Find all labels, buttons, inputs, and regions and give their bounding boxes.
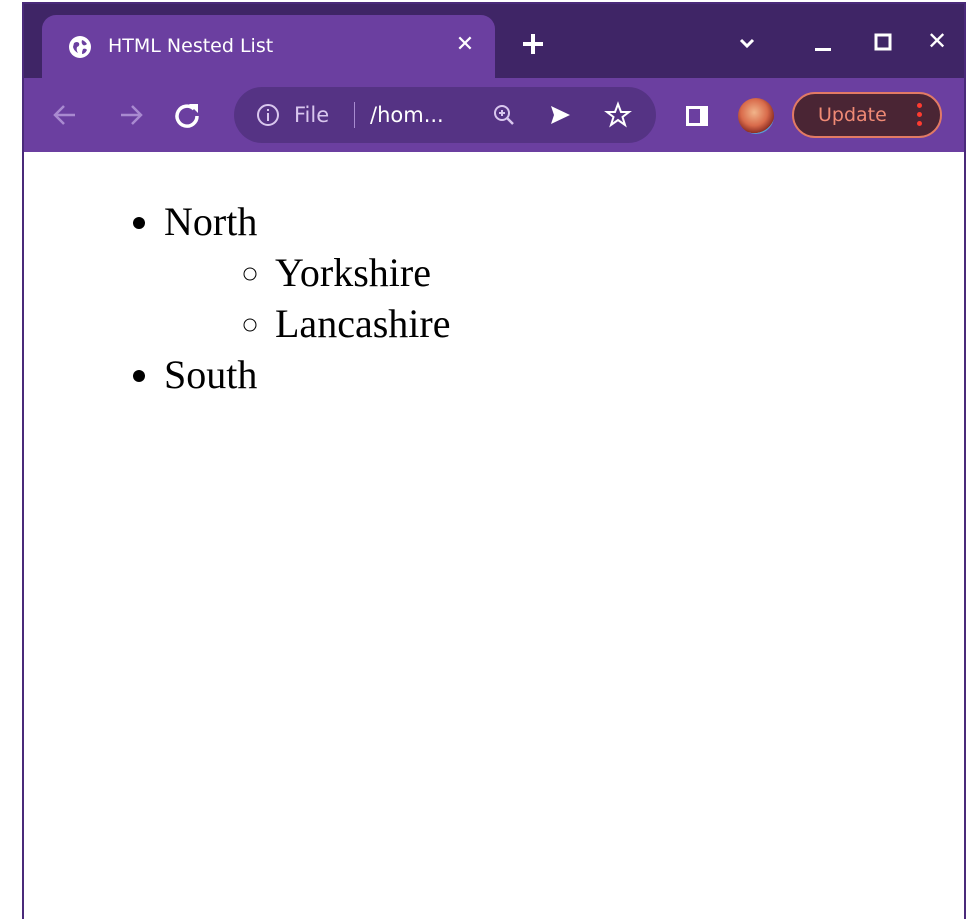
side-panel-icon[interactable] bbox=[684, 103, 710, 129]
toolbar: File /hom... Update bbox=[24, 78, 964, 152]
url-text[interactable]: /hom... bbox=[370, 101, 444, 129]
url-separator bbox=[354, 102, 355, 128]
kebab-menu-icon[interactable] bbox=[914, 101, 924, 129]
nested-list: North Yorkshire Lancashire South bbox=[164, 196, 450, 400]
star-icon[interactable] bbox=[604, 101, 632, 129]
maximize-icon[interactable] bbox=[866, 26, 900, 60]
list-item: Lancashire bbox=[275, 298, 450, 349]
page-content: North Yorkshire Lancashire South bbox=[24, 152, 964, 919]
back-arrow-icon[interactable] bbox=[48, 98, 82, 132]
update-button[interactable]: Update bbox=[792, 92, 942, 138]
globe-icon bbox=[68, 35, 92, 59]
forward-arrow-icon[interactable] bbox=[114, 98, 148, 132]
avatar[interactable] bbox=[738, 98, 774, 134]
minimize-icon[interactable] bbox=[806, 26, 840, 60]
url-scheme: File bbox=[294, 103, 330, 127]
tab-title: HTML Nested List bbox=[108, 35, 274, 57]
plus-icon[interactable] bbox=[518, 29, 548, 59]
chevron-down-icon[interactable] bbox=[730, 26, 764, 60]
info-icon[interactable] bbox=[256, 103, 280, 127]
update-label: Update bbox=[818, 104, 887, 126]
close-icon[interactable]: ✕ bbox=[451, 31, 479, 59]
list-item-label: Yorkshire bbox=[275, 250, 431, 295]
list-item: Yorkshire bbox=[275, 247, 450, 298]
list-item-label: Lancashire bbox=[275, 301, 451, 346]
list-item: North Yorkshire Lancashire bbox=[164, 196, 450, 349]
list-item-label: North bbox=[164, 199, 258, 244]
tab-html-nested-list[interactable]: HTML Nested List ✕ bbox=[42, 15, 495, 78]
list-item-label: South bbox=[164, 352, 258, 397]
zoom-in-icon[interactable] bbox=[490, 101, 518, 129]
title-bar: HTML Nested List ✕ ✕ bbox=[24, 4, 964, 78]
close-icon[interactable]: ✕ bbox=[920, 26, 954, 60]
browser-window: HTML Nested List ✕ ✕ File /hom... Update… bbox=[22, 2, 966, 919]
nested-sublist: Yorkshire Lancashire bbox=[164, 247, 450, 349]
list-item: South bbox=[164, 349, 450, 400]
send-icon[interactable] bbox=[546, 101, 574, 129]
address-bar[interactable]: File /hom... bbox=[234, 87, 656, 143]
reload-icon[interactable] bbox=[170, 98, 204, 132]
